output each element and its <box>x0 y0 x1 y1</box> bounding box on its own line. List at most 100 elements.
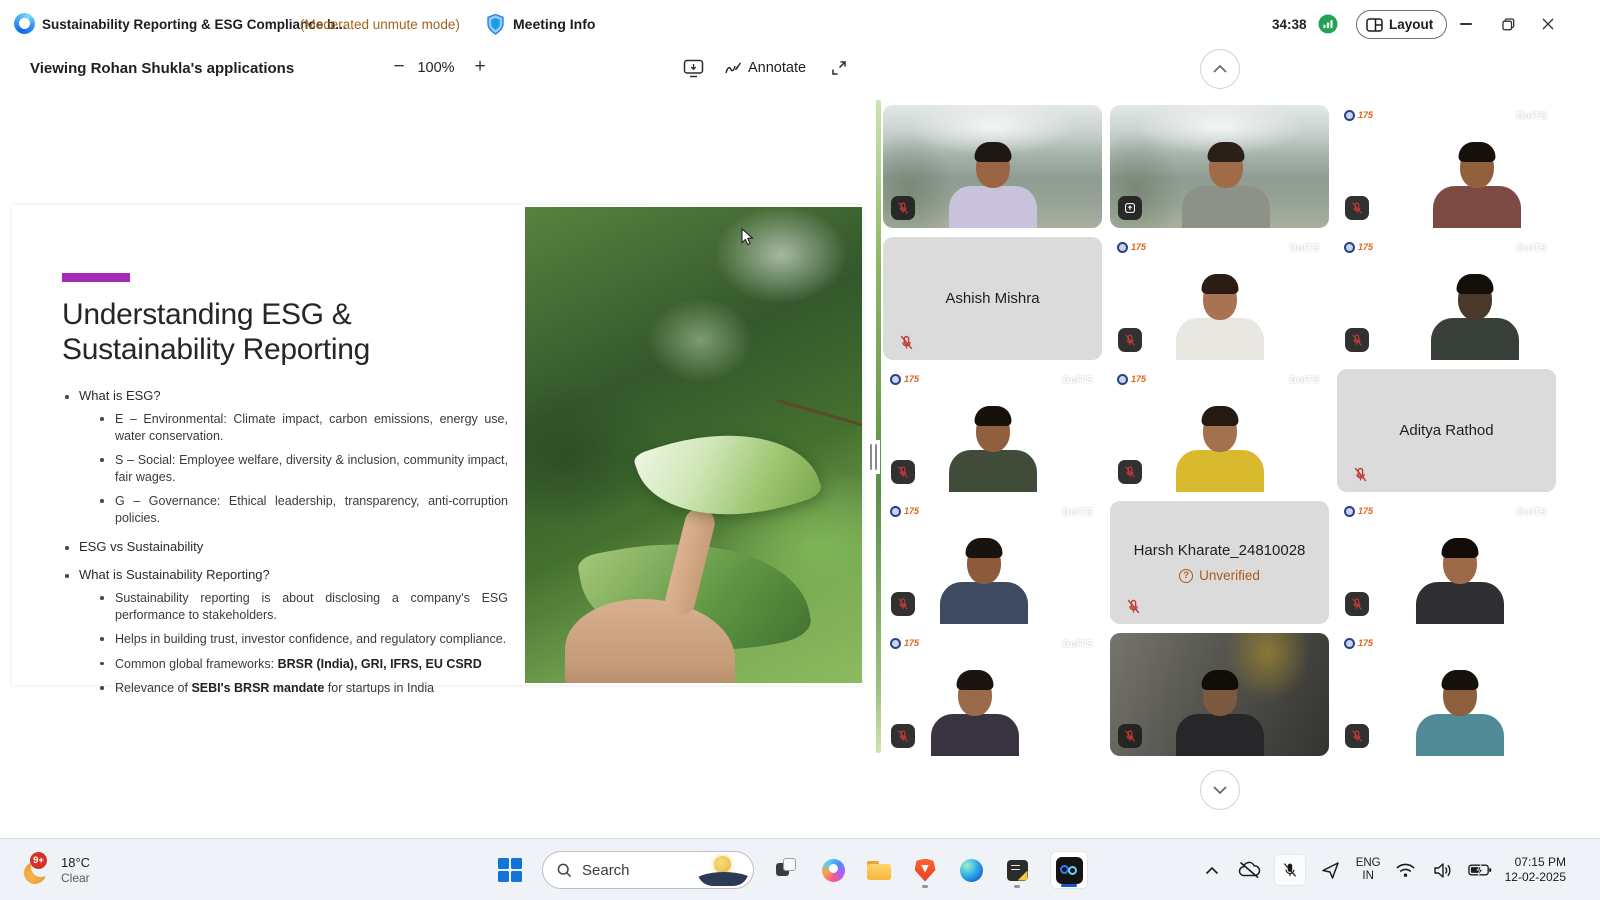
mic-muted-icon <box>1345 592 1369 616</box>
iit-roorkee-logo: 175 <box>1117 242 1146 253</box>
participant-tile-video[interactable]: 175DoITS <box>883 501 1102 624</box>
task-view-button[interactable] <box>774 855 800 885</box>
search-placeholder: Search <box>582 862 697 879</box>
titlebar: Sustainability Reporting & ESG Complianc… <box>0 0 1600 48</box>
chevron-down-icon <box>1212 785 1228 795</box>
mic-muted-icon <box>891 592 915 616</box>
slide-bullet: ESG vs Sustainability <box>62 539 520 554</box>
mic-in-use-muted-icon[interactable] <box>1274 854 1306 886</box>
layout-grid-icon <box>1366 18 1383 32</box>
onedrive-paused-icon[interactable] <box>1237 858 1261 882</box>
connection-quality-icon[interactable] <box>1318 14 1338 34</box>
webex-meeting-window: Sustainability Reporting & ESG Complianc… <box>0 0 1600 900</box>
slide-bullet: E – Environmental: Climate impact, carbo… <box>99 411 508 444</box>
participant-tile-video[interactable]: 175DoITS <box>1337 105 1556 228</box>
mic-muted-icon <box>1345 196 1369 220</box>
notes-app-icon[interactable] <box>1004 855 1030 885</box>
participant-video <box>936 538 1032 624</box>
doits-watermark: DoITS <box>1290 243 1320 254</box>
mic-muted-icon <box>1124 597 1142 615</box>
start-button[interactable] <box>498 858 522 882</box>
annotate-button[interactable]: Annotate <box>724 48 806 88</box>
layout-button[interactable]: Layout <box>1356 10 1447 39</box>
edge-browser-icon[interactable] <box>958 855 984 885</box>
tray-chevron-up-icon[interactable] <box>1200 858 1224 882</box>
participant-tile-video[interactable] <box>883 105 1102 228</box>
wifi-icon[interactable] <box>1394 858 1418 882</box>
share-toolbar: Viewing Rohan Shukla's applications − 10… <box>0 48 1600 88</box>
search-highlight-image <box>697 854 749 886</box>
location-in-use-icon[interactable] <box>1319 858 1343 882</box>
search-box[interactable]: Search <box>542 851 754 889</box>
panel-edge-sliver <box>876 100 881 753</box>
mic-muted-icon <box>1118 460 1142 484</box>
participant-video <box>1172 670 1268 756</box>
iit-roorkee-logo: 175 <box>1344 242 1373 253</box>
restore-button[interactable] <box>1491 8 1525 40</box>
participant-name: Aditya Rathod <box>1399 422 1493 439</box>
weather-temperature: 18°C <box>61 855 90 871</box>
shared-screen-icon[interactable] <box>680 55 706 81</box>
participant-tile-video[interactable]: 175 DoITS <box>1337 501 1556 624</box>
participant-video <box>927 670 1023 756</box>
mic-muted-icon <box>891 196 915 220</box>
slide-bullet: Helps in building trust, investor confid… <box>99 631 508 648</box>
participant-video <box>1429 142 1525 228</box>
doits-watermark: DoITS <box>1517 243 1547 254</box>
mic-muted-icon <box>1118 328 1142 352</box>
participant-tile-video[interactable]: 175 DoITS <box>1110 237 1329 360</box>
scroll-up-button[interactable] <box>1200 49 1240 89</box>
iit-roorkee-logo: 175 <box>1117 374 1146 385</box>
slide-bullet: Common global frameworks: BRSR (India), … <box>99 656 508 673</box>
participant-tile-video[interactable]: 175 <box>1337 633 1556 756</box>
battery-charging-icon[interactable] <box>1468 858 1492 882</box>
file-explorer-icon[interactable] <box>866 855 892 885</box>
doits-watermark: DoITS <box>1517 507 1547 518</box>
participant-video <box>945 406 1041 492</box>
participant-video <box>1178 142 1274 228</box>
chevron-up-icon <box>1212 64 1228 74</box>
slide-accent-bar <box>62 273 130 282</box>
language-indicator[interactable]: ENG IN <box>1356 857 1381 883</box>
copilot-icon[interactable] <box>820 855 846 885</box>
participant-tile-name[interactable]: Ashish Mishra <box>883 237 1102 360</box>
participant-tile-video[interactable]: 175DoITS <box>1110 369 1329 492</box>
expand-view-icon[interactable] <box>826 55 852 81</box>
close-button[interactable] <box>1531 8 1565 40</box>
notification-count-badge: 9+ <box>30 852 47 869</box>
participant-video <box>1412 670 1508 756</box>
minimize-button[interactable] <box>1449 8 1483 40</box>
weather-widget[interactable]: 9+ 18°C Clear <box>22 839 90 900</box>
zoom-out-button[interactable]: − <box>384 52 414 82</box>
clock-date[interactable]: 07:15 PM 12-02-2025 <box>1505 855 1566 885</box>
presenter-cursor-icon <box>741 228 754 246</box>
zoom-in-button[interactable]: + <box>465 52 495 82</box>
participant-video <box>1172 406 1268 492</box>
meeting-info-button[interactable]: Meeting Info <box>513 0 595 48</box>
participant-tile-video[interactable]: 175DoITS <box>883 369 1102 492</box>
search-icon <box>557 863 572 878</box>
pen-icon <box>724 60 742 76</box>
volume-icon[interactable] <box>1431 858 1455 882</box>
moderated-unmute-note: (Moderated unmute mode) <box>300 0 460 48</box>
brave-browser-icon[interactable] <box>912 855 938 885</box>
scroll-down-button[interactable] <box>1200 770 1240 810</box>
meeting-timer: 34:38 <box>1272 0 1307 48</box>
participant-tile-name[interactable]: Harsh Kharate_24810028?Unverified <box>1110 501 1329 624</box>
slide-title-line2: Sustainability Reporting <box>62 332 522 367</box>
participant-tile-name[interactable]: Aditya Rathod <box>1337 369 1556 492</box>
participant-tile-video[interactable] <box>1110 105 1329 228</box>
mic-muted-icon <box>891 724 915 748</box>
mic-muted-icon <box>1351 465 1369 483</box>
iit-roorkee-logo: 175 <box>1344 506 1373 517</box>
webex-app-icon-active[interactable] <box>1050 851 1088 889</box>
iit-roorkee-logo: 175 <box>890 638 919 649</box>
windows-taskbar: 9+ 18°C Clear Search <box>0 838 1600 900</box>
participant-tile-video[interactable] <box>1110 633 1329 756</box>
annotate-label: Annotate <box>748 60 806 76</box>
participant-tile-video[interactable]: 175 DoITS <box>1337 237 1556 360</box>
slide-bullet: What is ESG? <box>62 388 520 403</box>
doits-watermark: DoITS <box>1517 111 1547 122</box>
panel-resize-handle[interactable] <box>866 440 880 474</box>
participant-tile-video[interactable]: 175DoITS <box>883 633 1102 756</box>
